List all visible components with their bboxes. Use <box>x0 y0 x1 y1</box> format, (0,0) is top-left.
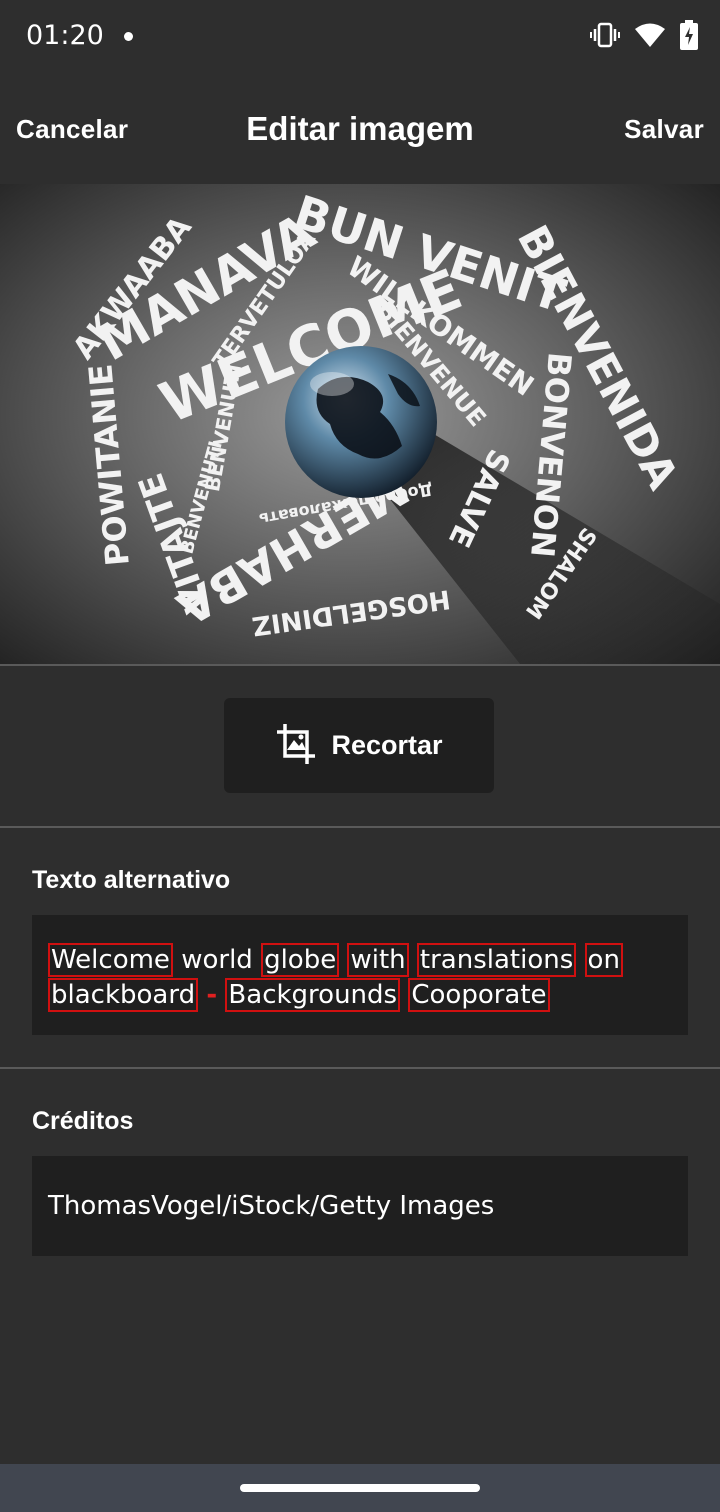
navigation-bar <box>0 1464 720 1512</box>
alt-text-word: - <box>206 980 218 1010</box>
app-bar: Cancelar Editar imagem Salvar <box>0 72 720 184</box>
divider <box>0 826 720 828</box>
alt-text-word: translations <box>416 943 577 977</box>
credits-value: ThomasVogel/iStock/Getty Images <box>48 1191 495 1221</box>
alt-text-word: Backgrounds <box>225 978 401 1012</box>
home-gesture-handle[interactable] <box>240 1484 480 1492</box>
battery-charging-icon <box>680 20 698 50</box>
alt-text-word: globe <box>261 943 340 977</box>
alt-text-word: with <box>347 943 409 977</box>
wifi-icon <box>634 22 666 48</box>
notification-dot-icon <box>124 32 133 41</box>
vibrate-icon <box>590 21 620 49</box>
crop-button-label: Recortar <box>331 730 443 760</box>
crop-icon <box>275 722 317 770</box>
divider <box>0 664 720 666</box>
alt-text-input[interactable]: Welcome world globe with translations on… <box>32 915 688 1035</box>
alt-text-label: Texto alternativo <box>32 866 231 894</box>
image-word-hosgeldiniz: HOSGELDINIZ <box>250 583 452 641</box>
status-icons <box>590 20 698 50</box>
status-time: 01:20 <box>26 20 104 51</box>
preview-image: WELCOME MANAVA BUN VENIT BIENVENIDA WILL… <box>0 184 720 664</box>
save-button[interactable]: Salvar <box>624 114 704 145</box>
image-word-powitanie: POWITANIE <box>81 362 137 567</box>
credits-input[interactable]: ThomasVogel/iStock/Getty Images <box>32 1156 688 1256</box>
credits-label: Créditos <box>32 1107 134 1135</box>
status-bar: 01:20 <box>0 0 720 72</box>
alt-text-word: on <box>584 943 623 977</box>
divider <box>0 1067 720 1069</box>
alt-text-word: Welcome <box>48 943 173 977</box>
welcome-globe-illustration: WELCOME MANAVA BUN VENIT BIENVENIDA WILL… <box>66 185 720 664</box>
alt-text-word: blackboard <box>48 978 199 1012</box>
crop-button[interactable]: Recortar <box>224 698 494 793</box>
alt-text-word: world <box>181 945 253 975</box>
alt-text-word: Cooporate <box>408 978 550 1012</box>
page-title: Editar imagem <box>246 110 474 147</box>
